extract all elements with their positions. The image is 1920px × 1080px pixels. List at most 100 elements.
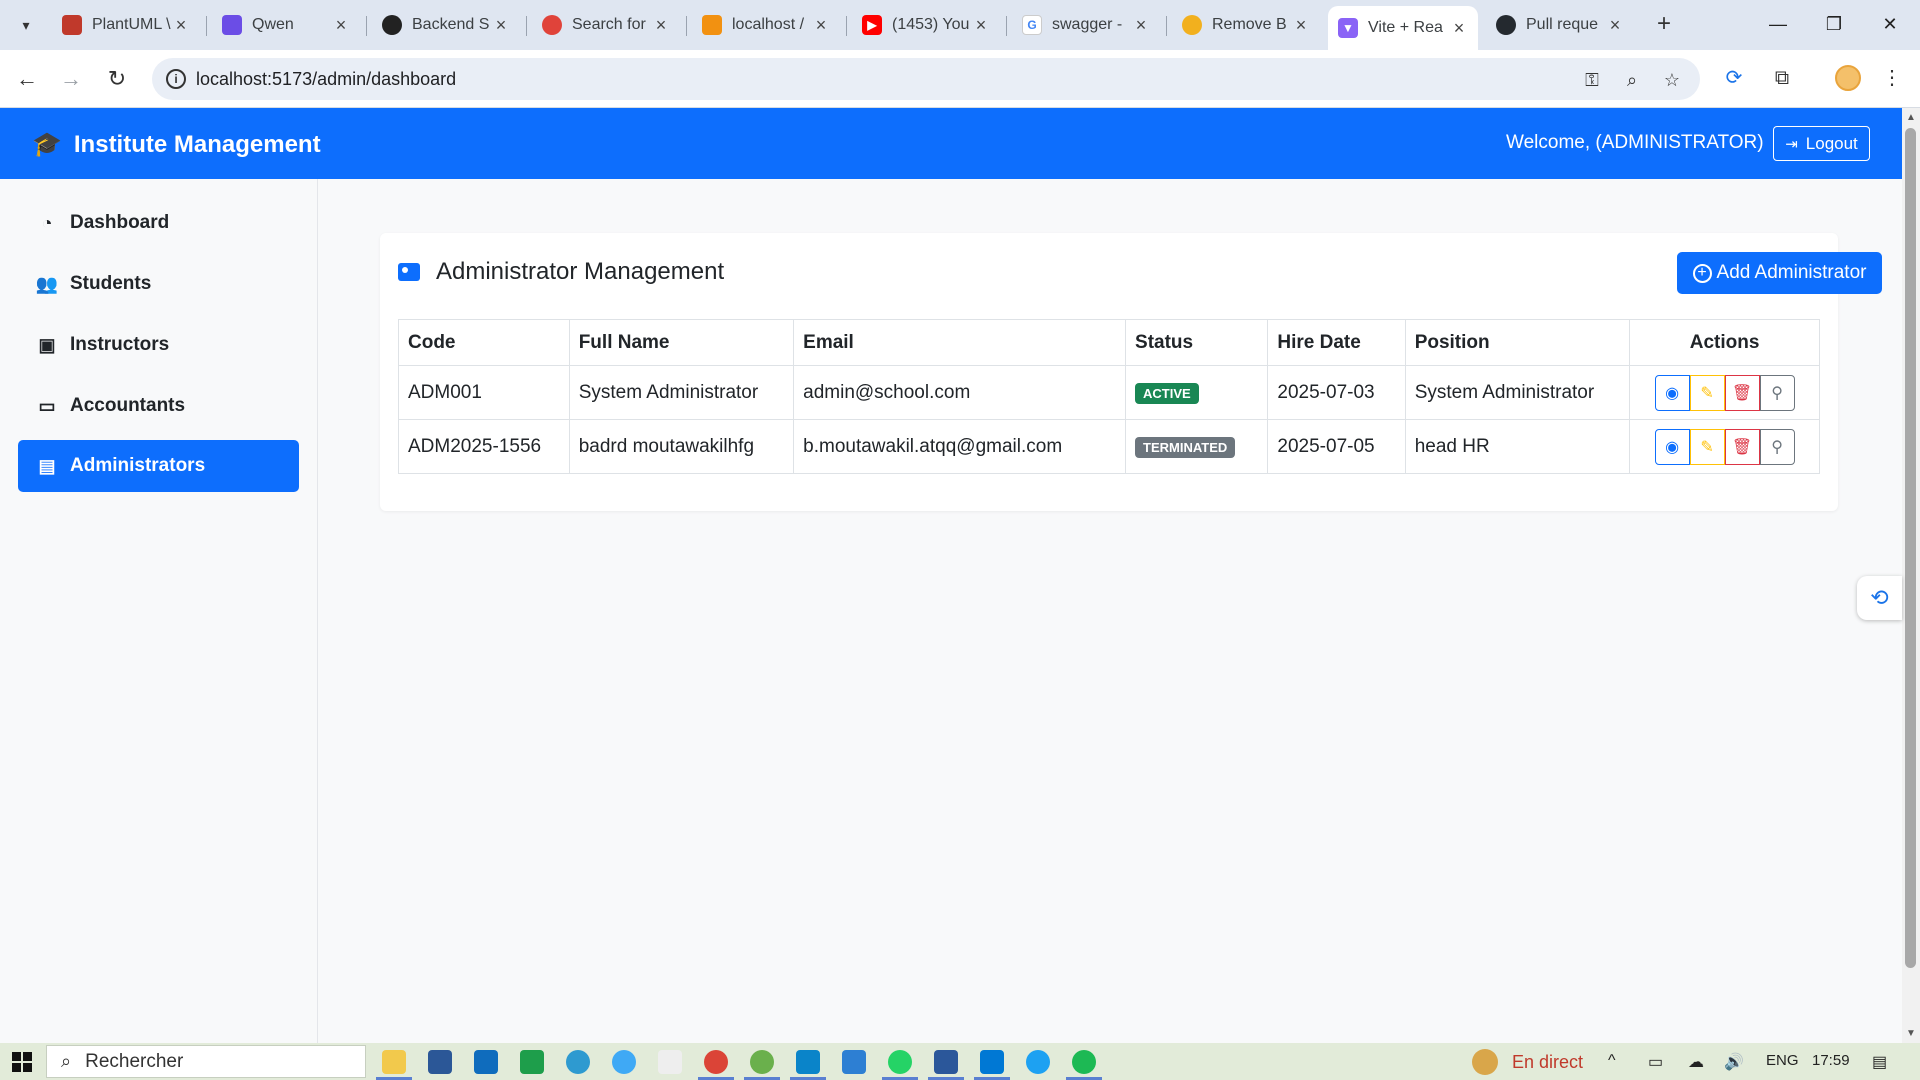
table-row: ADM2025-1556 badrd moutawakilhfg b.mouta… <box>398 419 1820 474</box>
cell-status: TERMINATED <box>1125 419 1269 474</box>
word-icon[interactable] <box>928 1050 964 1080</box>
volume-icon[interactable]: 🔊 <box>1724 1052 1744 1072</box>
outlook-icon[interactable] <box>474 1050 498 1074</box>
new-tab-plus-icon[interactable]: + <box>1650 10 1678 38</box>
cell-actions: ◉ ✎ 🗑 ⚲ <box>1629 419 1820 474</box>
user-role-icon[interactable]: ⚲ <box>1759 428 1795 465</box>
close-tab-icon[interactable]: × <box>1606 15 1624 36</box>
chrome-icon[interactable] <box>698 1050 734 1080</box>
browser-menu-icon[interactable]: ⋮ <box>1878 64 1906 92</box>
close-tab-icon[interactable]: × <box>812 15 830 36</box>
close-tab-icon[interactable]: × <box>1132 15 1150 36</box>
sidebar-item-administrators[interactable]: ▤ Administrators <box>18 440 299 492</box>
add-administrator-button[interactable]: + Add Administrator <box>1677 252 1882 294</box>
language-indicator[interactable]: ENG <box>1766 1052 1799 1069</box>
sidebar-item-instructors[interactable]: ▣ Instructors <box>18 319 299 371</box>
notifications-icon[interactable]: ▤ <box>1872 1052 1887 1072</box>
app-icon[interactable] <box>612 1050 636 1074</box>
site-info-icon[interactable]: i <box>166 69 186 89</box>
edit-pencil-icon[interactable]: ✎ <box>1689 374 1725 411</box>
scrollbar-thumb[interactable] <box>1905 128 1916 968</box>
vscode-icon[interactable] <box>974 1050 1010 1080</box>
view-eye-icon[interactable]: ◉ <box>1654 374 1690 411</box>
browser-tab[interactable]: G swagger - × <box>1012 8 1160 42</box>
browser-tab[interactable]: Backend S × <box>372 8 520 42</box>
password-key-icon[interactable]: ⚿ <box>1580 68 1604 92</box>
spotify-icon[interactable] <box>1066 1050 1102 1080</box>
edge-icon[interactable] <box>566 1050 590 1074</box>
column-header[interactable]: Position <box>1404 319 1631 366</box>
close-tab-icon[interactable]: × <box>492 15 510 36</box>
clock[interactable]: 17:59 <box>1812 1052 1850 1069</box>
close-window-icon[interactable]: ✕ <box>1860 8 1920 40</box>
close-tab-icon[interactable]: × <box>652 15 670 36</box>
sidebar-item-students[interactable]: 👥 Students <box>18 258 299 310</box>
floating-extension-icon[interactable]: ⟲ <box>1857 576 1902 620</box>
forward-arrow-icon[interactable]: → <box>56 64 86 94</box>
app-icon[interactable] <box>1026 1050 1050 1074</box>
browser-tab[interactable]: Remove B × <box>1172 8 1320 42</box>
zoom-icon[interactable]: ⌕ <box>1620 68 1644 92</box>
restore-icon[interactable]: ❐ <box>1804 8 1864 40</box>
close-tab-icon[interactable]: × <box>972 15 990 36</box>
scroll-up-arrow-icon[interactable]: ▲ <box>1905 112 1917 123</box>
brand[interactable]: 🎓 Institute Management <box>32 130 321 159</box>
url-bar[interactable]: i localhost:5173/admin/dashboard ⚿ ⌕ ☆ <box>152 58 1700 100</box>
browser-tab[interactable]: Qwen × <box>212 8 360 42</box>
ai-app-icon[interactable] <box>658 1050 682 1074</box>
close-tab-icon[interactable]: × <box>172 15 190 36</box>
column-header: Actions <box>1629 319 1820 366</box>
mail-icon[interactable] <box>842 1050 866 1074</box>
browser-tab[interactable]: ▶ (1453) You × <box>852 8 1000 42</box>
column-header[interactable]: Code <box>398 319 570 366</box>
webstorm-icon[interactable] <box>790 1050 826 1080</box>
windows-start-icon[interactable] <box>12 1052 32 1072</box>
delete-trash-icon[interactable]: 🗑 <box>1724 374 1760 411</box>
close-tab-icon[interactable]: × <box>1450 18 1468 39</box>
news-weather-icon[interactable] <box>1472 1049 1498 1075</box>
logout-button[interactable]: ⇥ Logout <box>1773 126 1870 161</box>
tray-chevron-up-icon[interactable]: ^ <box>1608 1052 1616 1070</box>
browser-tab[interactable]: localhost / × <box>692 8 840 42</box>
spring-icon[interactable] <box>744 1050 780 1080</box>
reload-icon[interactable]: ↻ <box>102 64 132 94</box>
delete-trash-icon[interactable]: 🗑 <box>1724 428 1760 465</box>
page-scrollbar[interactable]: ▲ ▼ <box>1902 108 1920 1043</box>
tab-search-menu-icon[interactable]: ▾ <box>14 13 38 37</box>
browser-tab[interactable]: Search for × <box>532 8 680 42</box>
sidebar-item-label: Dashboard <box>70 212 170 233</box>
bookmark-star-icon[interactable]: ☆ <box>1660 68 1684 92</box>
battery-icon[interactable]: ▭ <box>1648 1052 1663 1072</box>
file-explorer-icon[interactable] <box>376 1050 412 1080</box>
sidebar-item-accountants[interactable]: ▭ Accountants <box>18 380 299 432</box>
close-tab-icon[interactable]: × <box>1292 15 1310 36</box>
browser-tab[interactable]: PlantUML \ × <box>52 8 200 42</box>
browser-tab[interactable]: Pull reque × <box>1486 8 1634 42</box>
tab-title: Pull reque <box>1526 16 1599 33</box>
extensions-puzzle-icon[interactable]: ⧉ <box>1768 64 1796 92</box>
sidebar-item-dashboard[interactable]: ◔ Dashboard <box>18 197 299 249</box>
browser-tab-active[interactable]: ▼ Vite + Rea × <box>1328 6 1478 50</box>
close-tab-icon[interactable]: × <box>332 15 350 36</box>
tab-title: Backend S <box>412 16 490 33</box>
column-header[interactable]: Full Name <box>568 319 795 366</box>
column-header[interactable]: Email <box>793 319 1127 366</box>
onedrive-cloud-icon[interactable]: ☁ <box>1688 1052 1704 1072</box>
tab-separator <box>206 16 207 36</box>
news-live-label[interactable]: En direct <box>1512 1052 1583 1073</box>
extension-sync-icon[interactable]: ⟳ <box>1720 64 1748 92</box>
profile-avatar[interactable] <box>1835 65 1861 91</box>
store-icon[interactable] <box>428 1050 452 1074</box>
user-role-icon[interactable]: ⚲ <box>1759 374 1795 411</box>
column-header[interactable]: Hire Date <box>1267 319 1406 366</box>
column-header[interactable]: Status <box>1125 319 1269 366</box>
minimize-icon[interactable]: — <box>1748 8 1808 40</box>
whatsapp-icon[interactable] <box>882 1050 918 1080</box>
back-arrow-icon[interactable]: ← <box>12 64 42 94</box>
url-text[interactable]: localhost:5173/admin/dashboard <box>196 69 456 90</box>
taskbar-search-input[interactable]: ⌕ Rechercher <box>46 1045 366 1078</box>
classroom-icon[interactable] <box>520 1050 544 1074</box>
edit-pencil-icon[interactable]: ✎ <box>1689 428 1725 465</box>
scroll-down-arrow-icon[interactable]: ▼ <box>1905 1028 1917 1039</box>
view-eye-icon[interactable]: ◉ <box>1654 428 1690 465</box>
